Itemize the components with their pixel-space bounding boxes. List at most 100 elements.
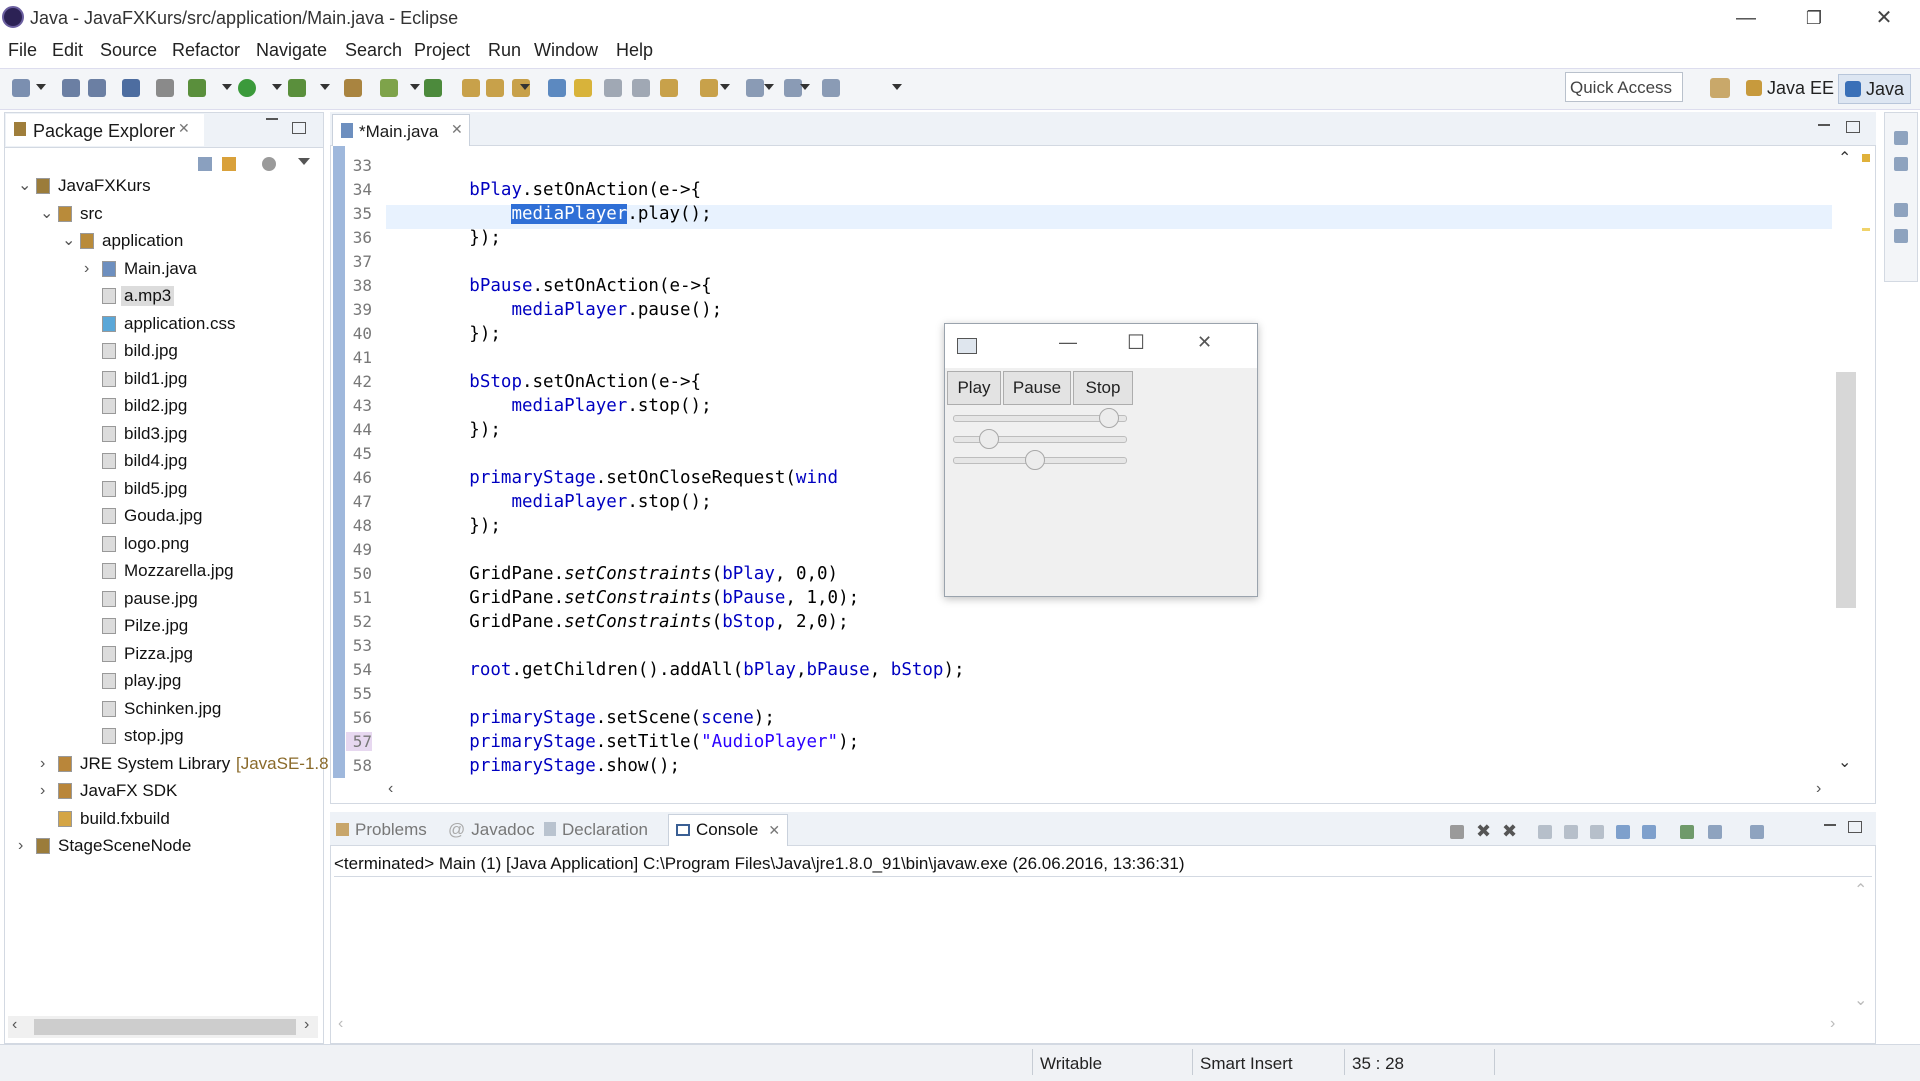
minimize-view-icon[interactable] [266, 118, 278, 120]
save-all-icon[interactable] [88, 79, 106, 97]
popup-maximize-button[interactable]: ☐ [1127, 330, 1145, 355]
expanded-arrow-icon[interactable]: ⌄ [18, 175, 31, 195]
mark-occurrences-icon[interactable] [574, 79, 592, 97]
tab-problems[interactable]: Problems [336, 820, 427, 840]
expanded-arrow-icon[interactable]: ⌄ [62, 230, 75, 250]
popup-close-button[interactable]: ✕ [1197, 332, 1212, 353]
new-package-icon[interactable] [380, 79, 398, 97]
code-line[interactable]: GridPane.setConstraints(bPlay, 0,0) [385, 564, 838, 584]
menu-file[interactable]: File [8, 40, 37, 61]
tree-item[interactable]: Pilze.jpg [8, 614, 320, 640]
dropdown-arrow-icon[interactable] [36, 84, 46, 90]
quick-access-input[interactable]: Quick Access [1565, 72, 1683, 102]
tree-item[interactable]: Pizza.jpg [8, 642, 320, 668]
tree-item[interactable]: logo.png [8, 532, 320, 558]
occurrence-marker[interactable] [1862, 228, 1870, 231]
tree-item[interactable]: bild3.jpg [8, 422, 320, 448]
perspective-java[interactable]: Java [1838, 74, 1912, 104]
terminal-icon[interactable] [156, 79, 174, 97]
remove-launch-icon[interactable]: ✖ [1476, 821, 1491, 842]
tree-item[interactable]: application.css [8, 312, 320, 338]
menu-run[interactable]: Run [488, 40, 521, 61]
progress-slider-knob[interactable] [1099, 408, 1120, 428]
close-tab-icon[interactable]: ✕ [768, 822, 780, 838]
dropdown-arrow-icon[interactable] [222, 84, 232, 90]
tree-item[interactable]: bild5.jpg [8, 477, 320, 503]
collapse-all-icon[interactable] [198, 157, 212, 171]
terminate-icon[interactable] [1450, 825, 1464, 839]
remove-all-icon[interactable]: ✖ [1502, 821, 1517, 842]
scroll-right-icon[interactable]: › [1830, 1015, 1835, 1033]
code-line[interactable]: mediaPlayer.play(); [385, 204, 712, 224]
popup-minimize-button[interactable]: — [1059, 332, 1077, 353]
code-line[interactable]: primaryStage.show(); [385, 756, 680, 776]
tree-item[interactable]: pause.jpg [8, 587, 320, 613]
scroll-up-icon[interactable]: ⌃ [1854, 880, 1867, 900]
task-list-icon[interactable] [1894, 229, 1908, 243]
scroll-right-icon[interactable]: › [1816, 780, 1821, 798]
tree-item[interactable]: ⌄ JavaFXKurs [8, 174, 320, 200]
tree-item[interactable]: ⌄ application [8, 229, 320, 255]
package-explorer-hscrollbar[interactable]: ‹ › [8, 1016, 318, 1038]
menu-window[interactable]: Window [534, 40, 598, 61]
link-editor-icon[interactable] [222, 157, 236, 171]
scroll-down-icon[interactable]: ⌄ [1838, 752, 1851, 772]
close-tab-icon[interactable]: ✕ [178, 120, 190, 137]
code-line[interactable]: }); [385, 324, 501, 344]
restore-view-icon[interactable] [1894, 203, 1908, 217]
code-line[interactable]: GridPane.setConstraints(bPause, 1,0); [385, 588, 859, 608]
tree-item[interactable]: ⌄ src [8, 202, 320, 228]
collapsed-arrow-icon[interactable]: › [40, 755, 45, 773]
filter-icon[interactable] [262, 157, 276, 171]
menu-project[interactable]: Project [414, 40, 470, 61]
pause-button[interactable]: Pause [1003, 371, 1071, 405]
tree-item[interactable]: build.fxbuild [8, 807, 320, 833]
menu-edit[interactable]: Edit [52, 40, 83, 61]
scroll-right-icon[interactable]: › [304, 1016, 309, 1034]
tab-console[interactable]: Console ✕ [676, 820, 780, 840]
console-hscrollbar[interactable]: ‹ › [336, 1015, 1836, 1036]
tab-declaration[interactable]: Declaration [544, 820, 648, 840]
dropdown-arrow-icon[interactable] [410, 84, 420, 90]
view-menu-icon[interactable] [298, 158, 310, 165]
code-line[interactable]: }); [385, 228, 501, 248]
tree-item[interactable]: › JRE System Library [JavaSE-1.8 [8, 752, 329, 778]
dropdown-arrow-icon[interactable] [720, 84, 730, 90]
coverage-icon[interactable] [288, 79, 306, 97]
tab-main-java[interactable]: *Main.java ✕ [332, 114, 470, 146]
tree-item[interactable]: › StageSceneNode [8, 834, 320, 860]
debug-icon[interactable] [188, 79, 206, 97]
code-line[interactable]: mediaPlayer.stop(); [385, 396, 711, 416]
show-stdout-icon[interactable] [1616, 825, 1630, 839]
stop-button[interactable]: Stop [1073, 371, 1133, 405]
second-slider-knob[interactable] [979, 429, 1000, 449]
scroll-left-icon[interactable]: ‹ [388, 780, 393, 798]
warning-marker[interactable] [1862, 154, 1870, 162]
scroll-up-icon[interactable]: ⌃ [1838, 148, 1851, 168]
collapsed-arrow-icon[interactable]: › [18, 837, 23, 855]
save-icon[interactable] [62, 79, 80, 97]
tree-item[interactable]: bild2.jpg [8, 394, 320, 420]
code-line[interactable]: GridPane.setConstraints(bStop, 2,0); [385, 612, 848, 632]
code-line[interactable]: bPlay.setOnAction(e->{ [385, 180, 701, 200]
editor-hscrollbar[interactable]: ‹ › [386, 780, 1830, 801]
pin-console-icon[interactable] [1680, 825, 1694, 839]
dropdown-arrow-icon[interactable] [764, 84, 774, 90]
clear-console-icon[interactable] [1538, 825, 1552, 839]
close-tab-icon[interactable]: ✕ [451, 121, 463, 138]
toggle-breakpoint-icon[interactable] [548, 79, 566, 97]
menu-source[interactable]: Source [100, 40, 157, 61]
restore-button[interactable]: ❐ [1794, 4, 1834, 32]
word-wrap-icon[interactable] [1590, 825, 1604, 839]
tab-package-explorer[interactable]: Package Explorer ✕ [6, 114, 204, 146]
perspective-java-ee[interactable]: Java EE [1746, 74, 1834, 102]
next-annotation-icon[interactable] [660, 79, 678, 97]
code-line[interactable]: primaryStage.setTitle("AudioPlayer"); [385, 732, 859, 752]
code-line[interactable]: bStop.setOnAction(e->{ [385, 372, 701, 392]
menu-navigate[interactable]: Navigate [256, 40, 327, 61]
code-line[interactable]: mediaPlayer.pause(); [385, 300, 722, 320]
restore-view-icon[interactable] [1894, 131, 1908, 145]
show-stderr-icon[interactable] [1642, 825, 1656, 839]
tree-item[interactable]: bild1.jpg [8, 367, 320, 393]
minimize-console-icon[interactable] [1824, 824, 1836, 826]
